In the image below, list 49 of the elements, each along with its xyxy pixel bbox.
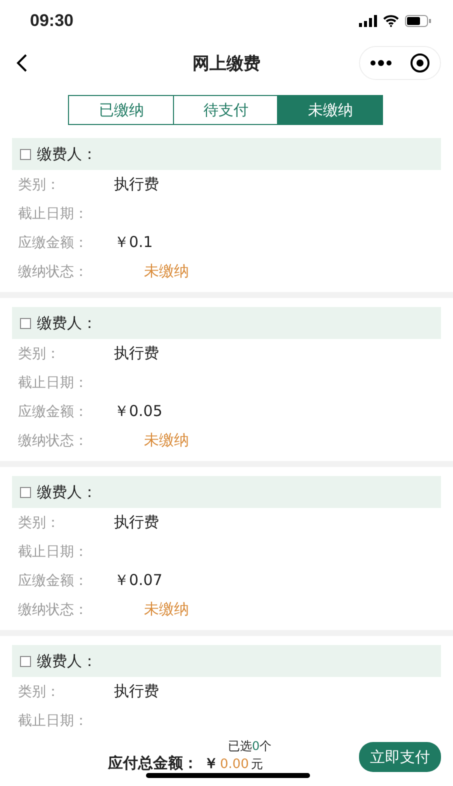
field-value: 执行费: [114, 513, 159, 532]
status-value: 未缴纳: [143, 599, 190, 620]
field-label: 应缴金额：: [18, 234, 89, 252]
tab[interactable]: 待支付: [172, 95, 279, 125]
field-value: ￥0.05: [114, 402, 162, 421]
checkbox[interactable]: [20, 148, 31, 160]
back-icon[interactable]: [16, 53, 28, 73]
more-icon[interactable]: [370, 60, 392, 66]
field-label: 缴纳状态：: [18, 432, 89, 450]
field-label: 类别：: [18, 514, 61, 532]
currency-sign: ￥: [204, 755, 218, 773]
selected-count: 已选0个: [228, 738, 272, 755]
field-value: ￥0.07: [114, 571, 162, 590]
field-label: 缴纳状态：: [18, 262, 89, 280]
field-label: 类别：: [18, 176, 61, 194]
field-label: 截止日期：: [18, 374, 89, 392]
unit-label: 元: [250, 756, 263, 773]
field-value: 执行费: [114, 344, 159, 363]
page-title: 网上缴费: [192, 52, 260, 74]
checkbox[interactable]: [20, 486, 31, 498]
field-label: 类别：: [18, 344, 61, 362]
field-label: 类别：: [18, 682, 61, 700]
field-label: 截止日期：: [18, 542, 89, 560]
field-value: 执行费: [114, 175, 159, 194]
status-value: 未缴纳: [143, 261, 190, 282]
target-icon[interactable]: [410, 53, 430, 73]
total-amount: 0.00: [220, 757, 249, 772]
status-value: 未缴纳: [143, 430, 190, 451]
field-value: ￥0.1: [114, 233, 153, 252]
payer-label: 缴费人：: [37, 144, 97, 164]
checkbox[interactable]: [20, 318, 31, 328]
status-time: 09:30: [30, 11, 74, 31]
pay-button[interactable]: 立即支付: [359, 742, 441, 772]
field-value: 执行费: [114, 682, 159, 701]
field-label: 缴纳状态：: [18, 600, 89, 618]
payer-label: 缴费人：: [37, 482, 97, 502]
field-label: 截止日期：: [18, 204, 89, 222]
wifi-icon: [383, 15, 399, 27]
payer-label: 缴费人：: [37, 652, 97, 670]
tab[interactable]: 已缴纳: [68, 95, 174, 125]
battery-icon: [405, 15, 431, 27]
field-label: 应缴金额：: [18, 402, 89, 420]
payer-label: 缴费人：: [37, 314, 97, 332]
total-label: 应付总金额：: [108, 754, 198, 773]
field-label: 截止日期：: [18, 712, 89, 730]
tab[interactable]: 未缴纳: [277, 95, 384, 125]
checkbox[interactable]: [20, 656, 31, 666]
signal-icon: [359, 15, 377, 27]
field-label: 应缴金额：: [18, 572, 89, 590]
